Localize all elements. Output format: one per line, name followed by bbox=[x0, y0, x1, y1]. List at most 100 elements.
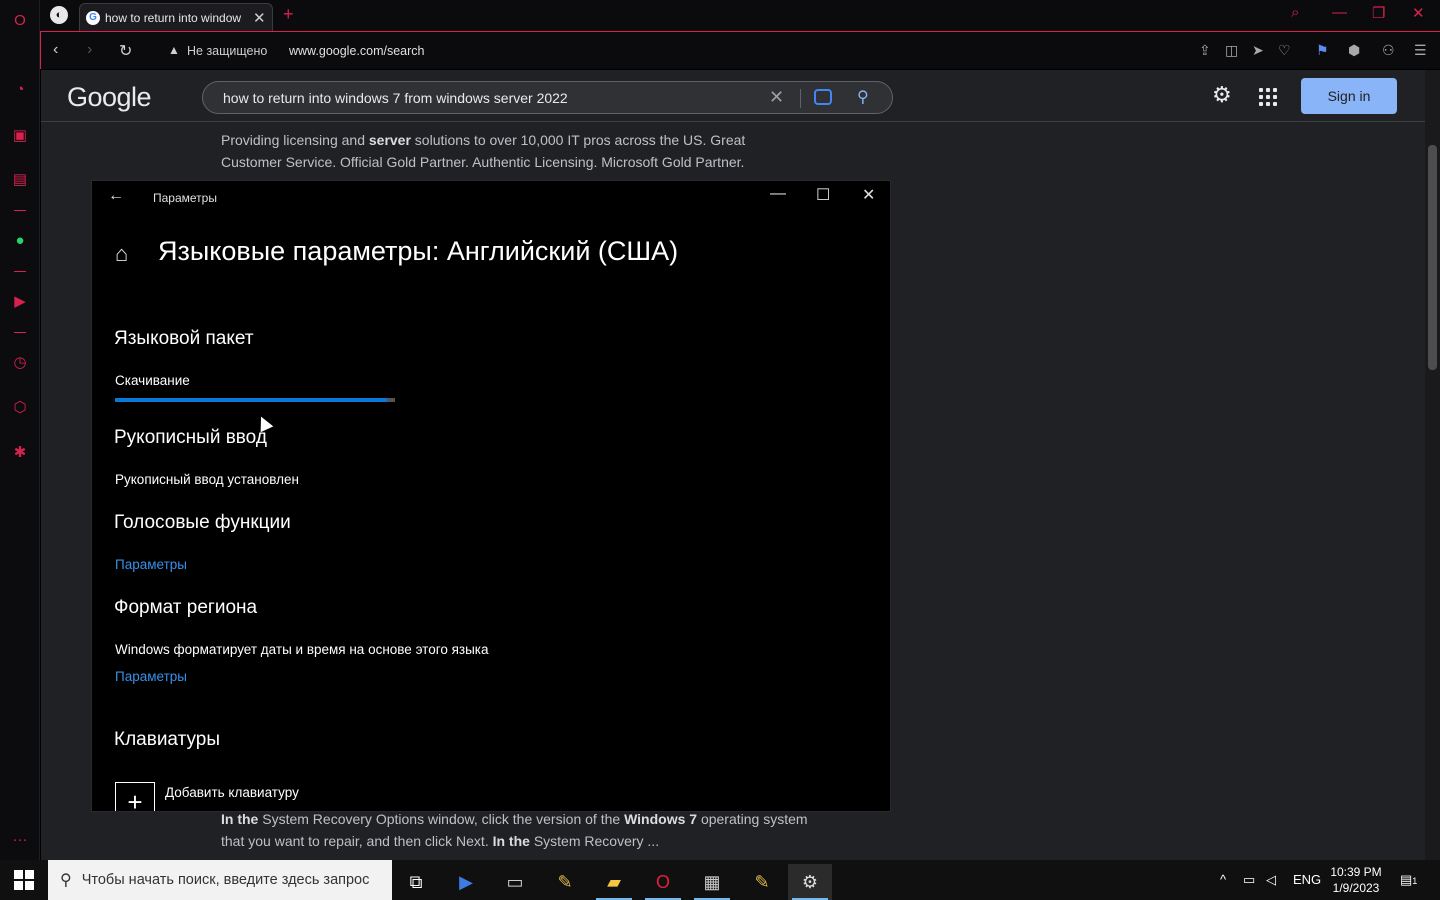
snapshot-icon[interactable]: ◫ bbox=[1225, 42, 1238, 59]
send-icon[interactable]: ➤ bbox=[1252, 42, 1264, 59]
window-title: Параметры bbox=[153, 191, 217, 205]
close-icon[interactable]: ✕ bbox=[862, 185, 875, 205]
whatsapp-icon[interactable]: ● bbox=[9, 229, 31, 251]
google-logo[interactable]: Google bbox=[67, 82, 152, 113]
notification-icon[interactable]: ▤1 bbox=[1400, 872, 1417, 888]
page-title: Языковые параметры: Английский (США) bbox=[158, 236, 679, 266]
player-icon[interactable]: ▶ bbox=[9, 290, 31, 312]
region-heading: Формат региона bbox=[114, 597, 258, 618]
google-header: Google how to return into windows 7 from… bbox=[41, 70, 1425, 122]
settings-icon[interactable]: ✱ bbox=[9, 441, 31, 463]
active-tab[interactable]: G how to return into window ✕ bbox=[79, 3, 273, 31]
history-icon[interactable]: ◷ bbox=[9, 351, 31, 373]
shopping-icon[interactable]: ▣ bbox=[9, 124, 31, 146]
file-explorer-icon[interactable]: ▰ bbox=[592, 864, 636, 900]
google-search-box[interactable]: how to return into windows 7 from window… bbox=[202, 81, 893, 114]
apps-grid-icon[interactable] bbox=[1259, 88, 1277, 106]
easy-setup-icon[interactable]: ☰ bbox=[1414, 42, 1427, 59]
pinned-tab-icon[interactable]: ◐ bbox=[50, 6, 68, 24]
lens-camera-icon[interactable] bbox=[814, 89, 832, 105]
desktop: O ◔ ▣ ▤ ● ▶ ◷ ⬡ ✱ ··· ◐ G how to return … bbox=[0, 0, 1440, 900]
search-placeholder: Чтобы начать поиск, введите здесь запрос bbox=[81, 872, 370, 888]
clear-icon[interactable]: ✕ bbox=[769, 87, 784, 108]
home-icon[interactable]: ⌂ bbox=[115, 241, 128, 267]
search-tabs-icon[interactable]: ⌕ bbox=[1291, 4, 1299, 21]
reload-icon[interactable]: ↻ bbox=[119, 41, 132, 61]
clock-date: 1/9/2023 bbox=[1332, 881, 1380, 895]
region-description: Windows форматирует даты и время на осно… bbox=[115, 642, 489, 657]
tab-bar: ◐ G how to return into window ✕ + ⌕ — ❐ … bbox=[40, 0, 1440, 31]
close-window-icon[interactable]: ✕ bbox=[1412, 4, 1425, 22]
network-app-icon[interactable]: ▦ bbox=[690, 864, 734, 900]
page-scrollbar[interactable] bbox=[1425, 70, 1440, 860]
google-favicon-icon: G bbox=[86, 10, 100, 25]
share-icon[interactable]: ⇪ bbox=[1199, 42, 1211, 59]
add-keyboard-button[interactable]: Добавить клавиатуру bbox=[165, 785, 299, 800]
task-view-icon[interactable]: ⧉ bbox=[394, 864, 438, 900]
scrollbar-thumb[interactable] bbox=[1428, 145, 1437, 370]
add-keyboard-plus-icon[interactable]: + bbox=[115, 782, 155, 811]
vpn-icon[interactable]: ⚑ bbox=[1316, 42, 1329, 59]
cmd-icon[interactable]: ▭ bbox=[493, 864, 537, 900]
settings-window: ← Параметры — ☐ ✕ ⌂ Языковые параметры: … bbox=[91, 180, 891, 812]
extensions-box-icon[interactable]: ⬢ bbox=[1348, 42, 1360, 59]
security-label[interactable]: Не защищено bbox=[187, 44, 267, 58]
more-icon[interactable]: ··· bbox=[9, 828, 31, 850]
search-divider bbox=[800, 89, 801, 108]
network-icon[interactable]: ▭ bbox=[1243, 872, 1255, 888]
back-icon[interactable]: ‹ bbox=[53, 41, 58, 59]
start-button[interactable] bbox=[14, 870, 34, 890]
region-options-link[interactable]: Параметры bbox=[115, 669, 187, 684]
download-progress-fill bbox=[115, 398, 387, 402]
url-field[interactable]: www.google.com/search bbox=[289, 44, 424, 58]
warning-icon: ▲ bbox=[168, 43, 180, 57]
new-tab-icon[interactable]: + bbox=[283, 4, 294, 25]
gear-icon[interactable]: ⚙ bbox=[1212, 82, 1232, 108]
taskbar: ⚲ Чтобы начать поиск, введите здесь запр… bbox=[0, 860, 1440, 900]
address-bar: ‹ › ↻ ▲ Не защищено www.google.com/searc… bbox=[40, 31, 1440, 69]
clock-time: 10:39 PM bbox=[1330, 865, 1382, 879]
search-input[interactable]: how to return into windows 7 from window… bbox=[223, 90, 568, 106]
volume-icon[interactable]: ◁ bbox=[1266, 872, 1276, 888]
language-pack-heading: Языковой пакет bbox=[114, 328, 254, 349]
search-icon[interactable]: ⚲ bbox=[857, 87, 869, 107]
back-arrow-icon[interactable]: ← bbox=[108, 187, 124, 205]
speech-options-link[interactable]: Параметры bbox=[115, 557, 187, 572]
snippet-top: Providing licensing and server solutions… bbox=[221, 132, 746, 170]
opera-menu-icon[interactable]: O bbox=[9, 9, 31, 31]
speed-dial-icon[interactable]: ◔ bbox=[9, 78, 31, 100]
maximize-icon[interactable]: ☐ bbox=[816, 185, 830, 205]
minimize-icon[interactable]: — bbox=[1332, 4, 1347, 21]
profile-icon[interactable]: ⚇ bbox=[1382, 42, 1395, 59]
search-icon: ⚲ bbox=[60, 872, 72, 889]
sidebar-divider bbox=[14, 332, 26, 333]
tab-close-icon[interactable]: ✕ bbox=[253, 9, 266, 27]
handwriting-heading: Рукописный ввод bbox=[114, 427, 267, 448]
server-manager-icon[interactable]: ✎ bbox=[543, 864, 587, 900]
settings-app-icon[interactable]: ⚙ bbox=[788, 864, 832, 900]
download-status: Скачивание bbox=[115, 373, 190, 388]
heart-icon[interactable]: ♡ bbox=[1278, 42, 1291, 59]
powershell-icon[interactable]: ▶ bbox=[444, 864, 488, 900]
tab-title: how to return into window bbox=[105, 10, 242, 25]
snippet-bottom: In the System Recovery Options window, c… bbox=[221, 811, 808, 849]
extensions-icon[interactable]: ⬡ bbox=[9, 396, 31, 418]
tray-chevron-icon[interactable]: ^ bbox=[1220, 872, 1226, 887]
sidebar-divider bbox=[14, 210, 26, 211]
minimize-icon[interactable]: — bbox=[770, 185, 786, 203]
clock[interactable]: 10:39 PM 1/9/2023 bbox=[1330, 864, 1382, 896]
handwriting-status: Рукописный ввод установлен bbox=[115, 472, 299, 487]
opera-icon[interactable]: O bbox=[641, 864, 685, 900]
sign-in-button[interactable]: Sign in bbox=[1301, 78, 1397, 114]
opera-sidebar: O ◔ ▣ ▤ ● ▶ ◷ ⬡ ✱ ··· bbox=[0, 0, 40, 860]
download-progress-bar bbox=[115, 398, 395, 402]
sidebar-divider bbox=[14, 271, 26, 272]
twitch-icon[interactable]: ▤ bbox=[9, 168, 31, 190]
forward-icon[interactable]: › bbox=[87, 41, 92, 59]
taskbar-search[interactable]: ⚲ Чтобы начать поиск, введите здесь запр… bbox=[48, 860, 392, 900]
tool-app-icon[interactable]: ✎ bbox=[740, 864, 784, 900]
keyboards-heading: Клавиатуры bbox=[114, 729, 221, 750]
language-indicator[interactable]: ENG bbox=[1293, 872, 1321, 887]
speech-heading: Голосовые функции bbox=[114, 512, 291, 533]
restore-icon[interactable]: ❐ bbox=[1372, 4, 1385, 22]
